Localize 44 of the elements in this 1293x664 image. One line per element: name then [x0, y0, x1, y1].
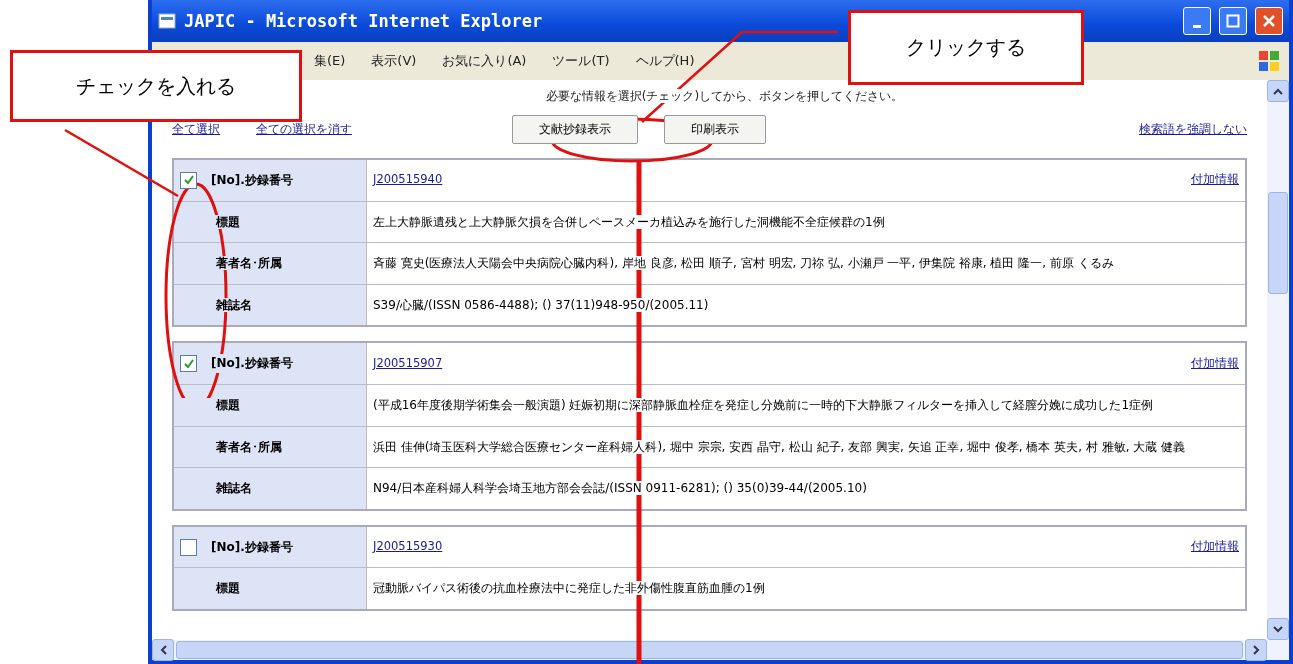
field-value: (平成16年度後期学術集会一般演題) 妊娠初期に深部静脈血栓症を発症し分娩前に一時的下大静脈フィルターを挿入して経膣分娩に成功した1症例 [373, 397, 1154, 412]
windows-flag-icon [1257, 49, 1281, 73]
field-label: [No].抄録番号 [211, 354, 293, 373]
field-value: 左上大静脈遺残と上大静脈欠損を合併しペースメーカ植込みを施行した洞機能不全症候群の1例 [373, 214, 885, 229]
checkbox[interactable] [180, 538, 197, 556]
field-label: 標題 [180, 397, 240, 412]
minimize-button[interactable] [1183, 7, 1211, 35]
field-value: S39/心臓/(ISSN 0586-4488); () 37(11)948-950/(2005.11) [373, 297, 709, 312]
field-value: 浜田 佳伸(埼玉医科大学総合医療センター産科婦人科), 堀中 宗宗, 安西 晶守, 松山 紀子, 友部 興実, 矢追 正幸, 堀中 俊孝, 橋本 英夫, 村 雅敏, 大蔵 健義 [373, 439, 1186, 454]
callout-box: チェックを入れる [10, 50, 302, 122]
chevron-left-icon [159, 645, 167, 655]
scrollbar-thumb[interactable] [176, 641, 1243, 659]
field-value: 冠動脈バイパス術後の抗血栓療法中に発症した非外傷性腹直筋血腫の1例 [373, 581, 765, 596]
minimize-icon [1193, 24, 1201, 28]
chevron-down-icon [1273, 625, 1283, 633]
window-title: JAPIC - Microsoft Internet Explorer [184, 11, 544, 31]
maximize-button[interactable] [1219, 7, 1247, 35]
checkbox[interactable] [180, 171, 197, 189]
abstract-number-link[interactable]: J200515930 [373, 538, 443, 556]
select-link[interactable]: 全て選択 [172, 122, 220, 137]
scroll-right-button[interactable] [1245, 639, 1267, 661]
scroll-up-button[interactable] [1267, 80, 1289, 102]
close-icon [1262, 14, 1276, 28]
scroll-down-button[interactable] [1267, 618, 1289, 640]
menu-item[interactable]: お気に入り(A) [442, 52, 527, 70]
menu-item[interactable]: 集(E) [314, 52, 346, 70]
callout-box: クリックする [848, 10, 1084, 85]
scrollbar-thumb[interactable] [1268, 192, 1288, 294]
menu-item[interactable]: 表示(V) [371, 52, 417, 70]
highlight-toggle-link[interactable]: 検索語を強調しない [1139, 122, 1247, 137]
field-value: N94/日本産科婦人科学会埼玉地方部会会誌/(ISSN 0911-6281); () 35(0)39-44/(2005.10) [373, 481, 867, 496]
field-value: 斉藤 寛史(医療法人天陽会中央病院心臓内科), 岸地 良彦, 松田 順子, 宮村 明宏, 刀祢 弘, 小瀬戸 一平, 伊集院 裕康, 植田 隆一, 前原 くるみ [373, 256, 1114, 271]
scroll-left-button[interactable] [152, 639, 174, 661]
chevron-up-icon [1273, 87, 1283, 95]
maximize-icon [1226, 14, 1240, 28]
browser-icon [158, 12, 176, 30]
display-button[interactable]: 印刷表示 [664, 115, 766, 144]
chevron-right-icon [1252, 645, 1260, 655]
checkbox[interactable] [180, 355, 197, 373]
menu-item[interactable]: ヘルプ(H) [635, 52, 695, 70]
select-link[interactable]: 全ての選択を消す [256, 122, 352, 137]
close-button[interactable] [1255, 7, 1283, 35]
display-button[interactable]: 文献抄録表示 [512, 115, 638, 144]
menu-item[interactable]: ツール(T) [552, 52, 610, 70]
